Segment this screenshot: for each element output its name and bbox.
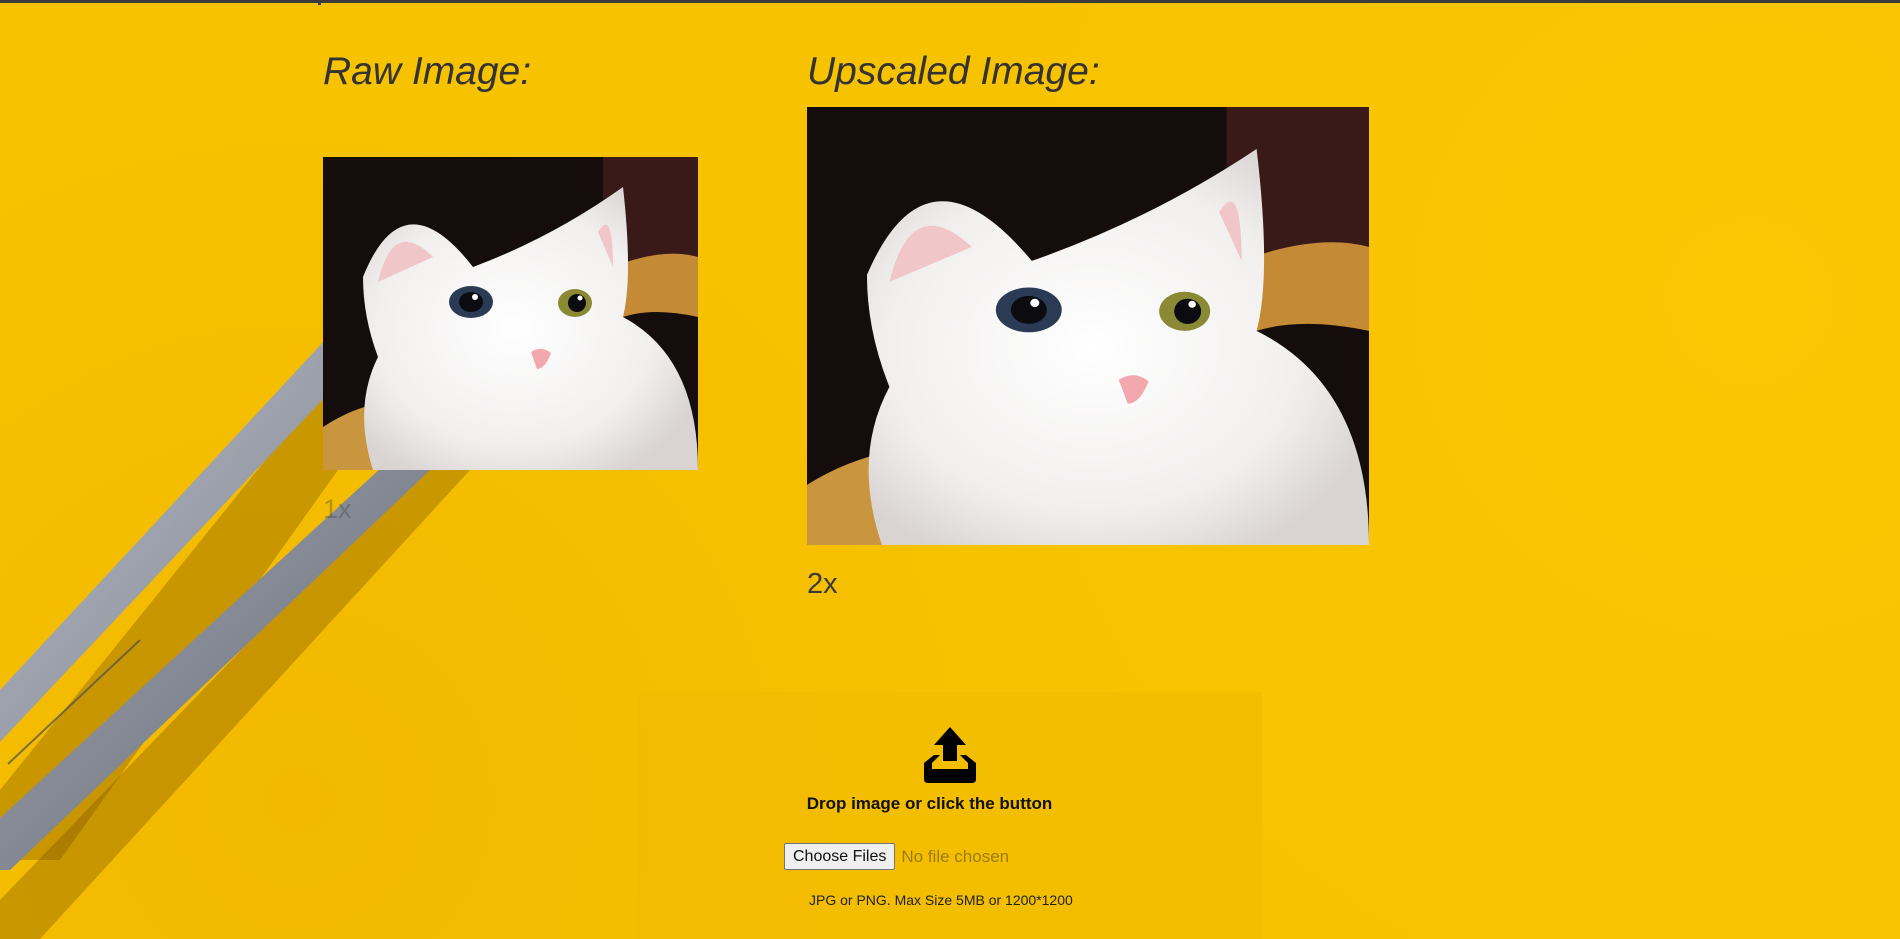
upload-tray-icon [924, 727, 976, 783]
upscaled-scale-label: 2x [807, 568, 838, 600]
upscaled-image-title: Upscaled Image: [807, 50, 1100, 93]
raw-cat-image [323, 157, 698, 470]
upload-dropzone[interactable]: Drop image or click the button Choose Fi… [638, 692, 1262, 939]
raw-scale-label: 1x [323, 494, 352, 524]
top-border [0, 0, 1900, 3]
file-size-note: JPG or PNG. Max Size 5MB or 1200*1200 [809, 892, 1073, 908]
file-input[interactable]: Choose Files No file chosen [784, 843, 1009, 870]
file-status: No file chosen [901, 846, 1010, 866]
top-border-mark [318, 0, 321, 5]
upscaled-cat-image [807, 107, 1369, 545]
drop-instruction: Drop image or click the button [806, 794, 1053, 813]
choose-files-button[interactable]: Choose Files [784, 843, 896, 870]
raw-image-title: Raw Image: [323, 50, 532, 93]
